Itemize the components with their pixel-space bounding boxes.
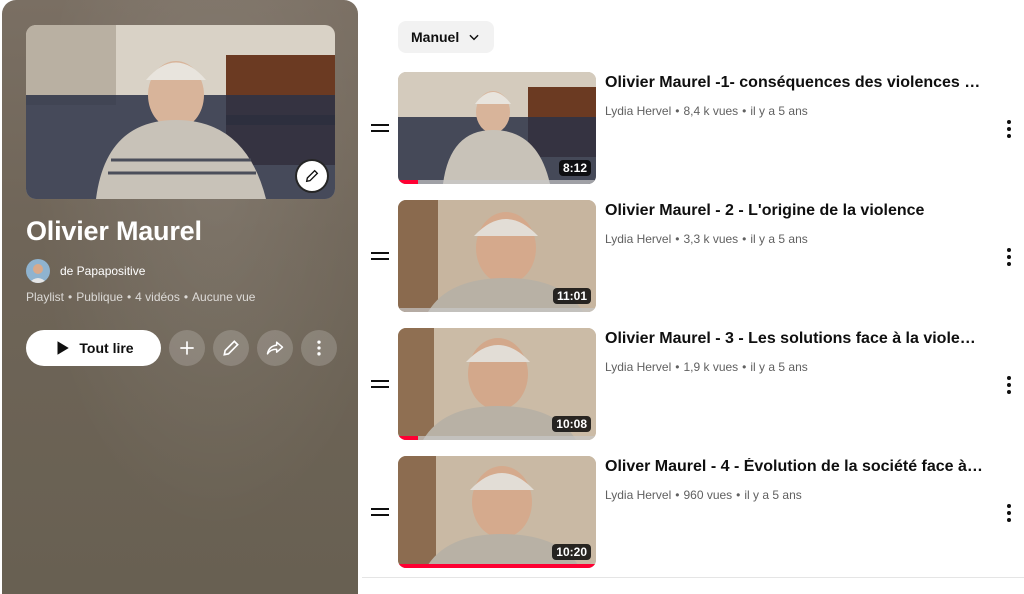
play-all-button[interactable]: Tout lire bbox=[26, 330, 161, 366]
video-duration: 10:20 bbox=[552, 544, 591, 560]
video-thumbnail[interactable]: 11:01 bbox=[398, 200, 596, 312]
watch-progress bbox=[398, 436, 596, 440]
video-duration: 10:08 bbox=[552, 416, 591, 432]
video-views: 3,3 k vues bbox=[683, 232, 739, 246]
meta-separator: • bbox=[675, 360, 680, 374]
video-channel[interactable]: Lydia Hervel bbox=[605, 104, 671, 118]
playlist-actions: Tout lire bbox=[26, 330, 337, 366]
playlist-type: Playlist bbox=[26, 290, 65, 304]
video-meta: Lydia Hervel • 960 vues • il y a 5 ans bbox=[605, 488, 802, 502]
video-channel[interactable]: Lydia Hervel bbox=[605, 360, 671, 374]
playlist-meta: Playlist • Publique • 4 vidéos • Aucune … bbox=[26, 290, 255, 304]
watch-progress-fill bbox=[398, 180, 418, 184]
video-age: il y a 5 ans bbox=[750, 232, 808, 246]
list-divider bbox=[362, 577, 1024, 578]
video-channel[interactable]: Lydia Hervel bbox=[605, 232, 671, 246]
more-vert-icon[interactable] bbox=[1002, 248, 1016, 266]
meta-separator: • bbox=[742, 232, 747, 246]
list-item[interactable]: 10:20 Oliver Maurel - 4 - Évolution de l… bbox=[362, 456, 1024, 584]
watch-progress-fill bbox=[398, 436, 418, 440]
drag-handle-icon[interactable] bbox=[371, 378, 389, 390]
playlist-video-list: 8:12 Olivier Maurel -1- conséquences des… bbox=[362, 72, 1024, 584]
more-vert-icon[interactable] bbox=[1002, 504, 1016, 522]
avatar[interactable] bbox=[26, 259, 50, 283]
playlist-title: Olivier Maurel bbox=[26, 216, 202, 246]
video-age: il y a 5 ans bbox=[750, 360, 808, 374]
pencil-icon bbox=[305, 169, 319, 183]
play-all-label: Tout lire bbox=[79, 340, 134, 356]
video-title[interactable]: Olivier Maurel - 2 - L'origine de la vio… bbox=[605, 202, 985, 220]
share-icon bbox=[266, 341, 284, 355]
video-title[interactable]: Oliver Maurel - 4 - Évolution de la soci… bbox=[605, 458, 985, 476]
list-item[interactable]: 10:08 Olivier Maurel - 3 - Les solutions… bbox=[362, 328, 1024, 456]
meta-separator: • bbox=[68, 290, 73, 304]
video-meta: Lydia Hervel • 8,4 k vues • il y a 5 ans bbox=[605, 104, 808, 118]
meta-separator: • bbox=[675, 104, 680, 118]
more-vert-icon[interactable] bbox=[1002, 120, 1016, 138]
owner-name[interactable]: de Papapositive bbox=[60, 264, 145, 278]
video-thumbnail[interactable]: 10:08 bbox=[398, 328, 596, 440]
more-vert-icon bbox=[317, 340, 321, 356]
list-item[interactable]: 11:01 Olivier Maurel - 2 - L'origine de … bbox=[362, 200, 1024, 328]
plus-icon bbox=[180, 341, 194, 355]
more-vert-icon[interactable] bbox=[1002, 376, 1016, 394]
drag-handle-icon[interactable] bbox=[371, 122, 389, 134]
watch-progress bbox=[398, 564, 596, 568]
meta-separator: • bbox=[126, 290, 132, 304]
pencil-icon bbox=[223, 340, 239, 356]
edit-playlist-button[interactable] bbox=[213, 330, 249, 366]
video-duration: 8:12 bbox=[558, 160, 591, 176]
share-button[interactable] bbox=[257, 330, 293, 366]
video-thumbnail[interactable]: 8:12 bbox=[398, 72, 596, 184]
watch-progress bbox=[398, 180, 596, 184]
video-title[interactable]: Olivier Maurel -1- conséquences des viol… bbox=[605, 74, 985, 92]
play-icon bbox=[57, 341, 70, 355]
save-to-library-button[interactable] bbox=[169, 330, 205, 366]
video-views: 960 vues bbox=[683, 488, 733, 502]
video-thumbnail[interactable]: 10:20 bbox=[398, 456, 596, 568]
playlist-header-panel: Olivier Maurel de Papapositive Playlist … bbox=[2, 0, 358, 594]
chevron-down-icon bbox=[469, 34, 479, 41]
avatar-image bbox=[26, 259, 50, 283]
video-channel[interactable]: Lydia Hervel bbox=[605, 488, 671, 502]
edit-thumbnail-button[interactable] bbox=[295, 159, 329, 193]
more-actions-button[interactable] bbox=[301, 330, 337, 366]
drag-handle-icon[interactable] bbox=[371, 250, 389, 262]
drag-handle-icon[interactable] bbox=[371, 506, 389, 518]
meta-separator: • bbox=[742, 104, 747, 118]
playlist-visibility: Publique bbox=[76, 290, 123, 304]
video-views: 8,4 k vues bbox=[683, 104, 739, 118]
meta-separator: • bbox=[675, 488, 680, 502]
video-views: 1,9 k vues bbox=[683, 360, 739, 374]
thumbnail-image bbox=[26, 25, 335, 199]
video-meta: Lydia Hervel • 1,9 k vues • il y a 5 ans bbox=[605, 360, 808, 374]
video-meta: Lydia Hervel • 3,3 k vues • il y a 5 ans bbox=[605, 232, 808, 246]
watch-progress bbox=[398, 308, 596, 312]
video-age: il y a 5 ans bbox=[750, 104, 808, 118]
playlist-views: Aucune vue bbox=[192, 290, 256, 304]
playlist-thumbnail[interactable] bbox=[26, 25, 335, 199]
meta-separator: • bbox=[742, 360, 747, 374]
video-duration: 11:01 bbox=[552, 288, 591, 304]
list-item[interactable]: 8:12 Olivier Maurel -1- conséquences des… bbox=[362, 72, 1024, 200]
watch-progress-fill bbox=[398, 564, 596, 568]
meta-separator: • bbox=[736, 488, 741, 502]
video-age: il y a 5 ans bbox=[744, 488, 802, 502]
playlist-video-count: 4 vidéos bbox=[135, 290, 180, 304]
sort-label: Manuel bbox=[411, 29, 460, 45]
sort-dropdown[interactable]: Manuel bbox=[398, 21, 495, 53]
meta-separator: • bbox=[675, 232, 680, 246]
video-title[interactable]: Olivier Maurel - 3 - Les solutions face … bbox=[605, 330, 985, 348]
meta-separator: • bbox=[183, 290, 189, 304]
playlist-owner[interactable]: de Papapositive bbox=[26, 259, 145, 283]
